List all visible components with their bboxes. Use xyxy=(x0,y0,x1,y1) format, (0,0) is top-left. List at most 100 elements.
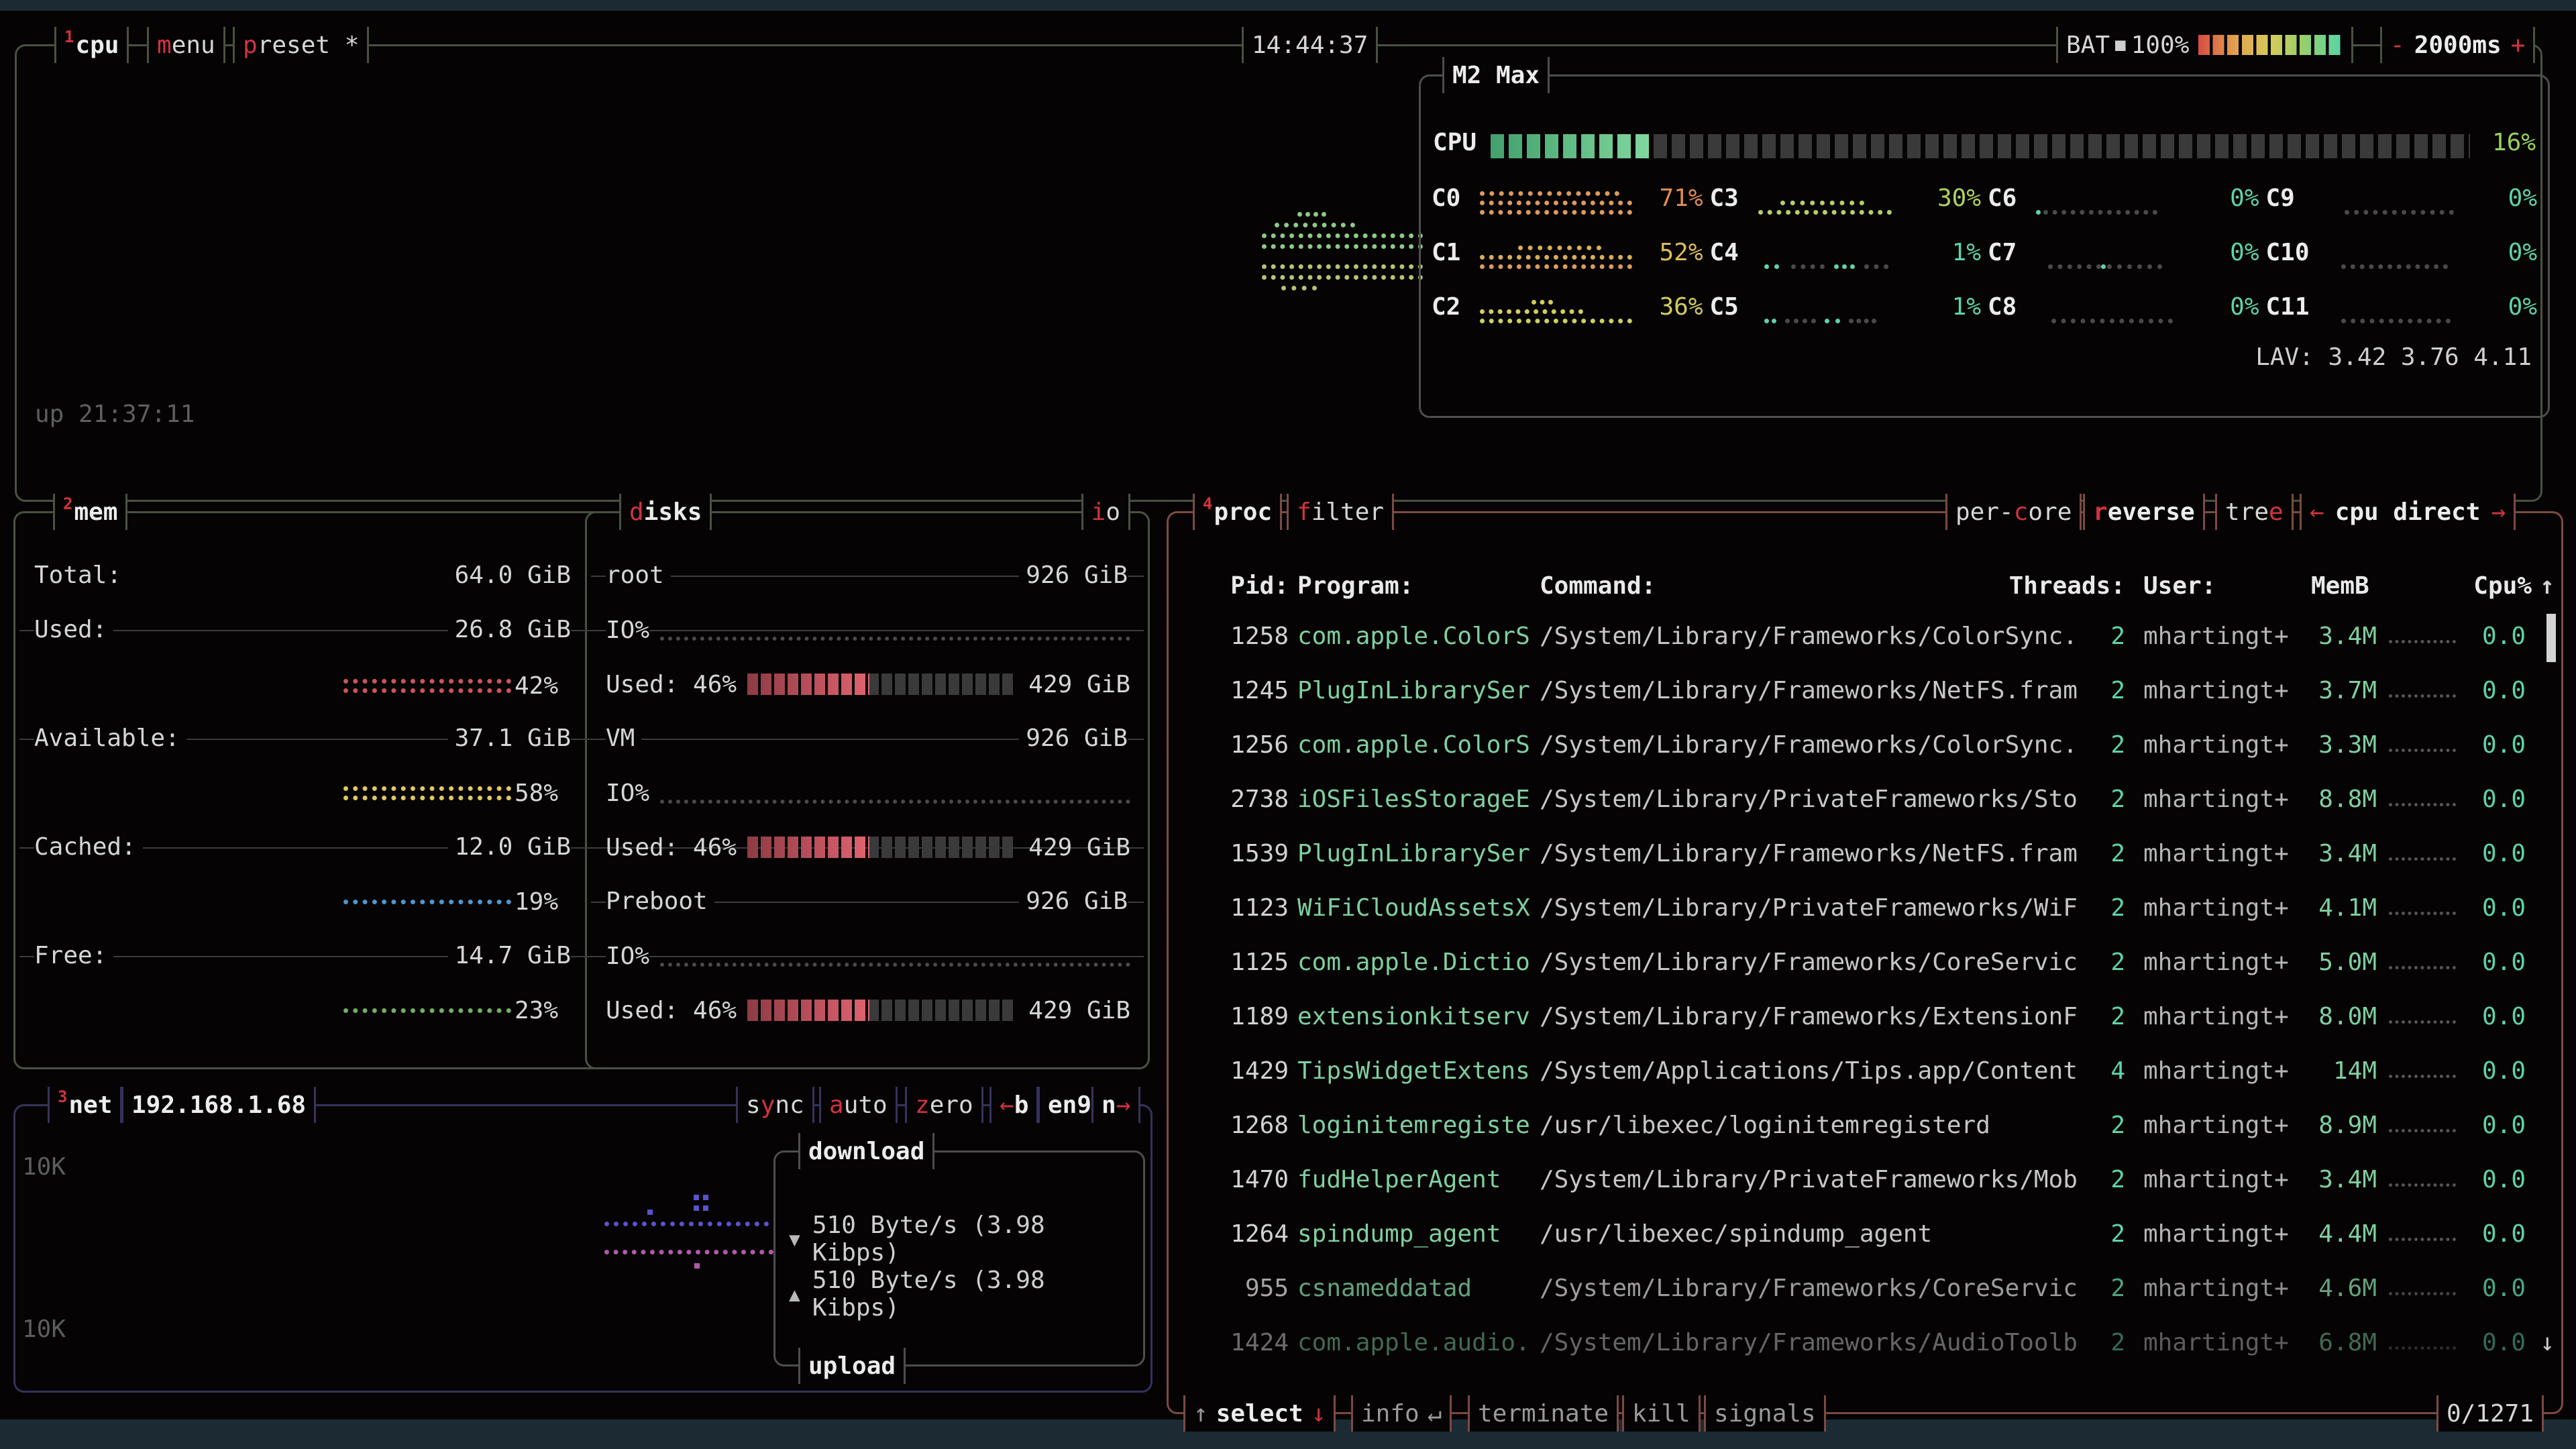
download-row: ▼ 510 Byte/s (3.98 Kibps) xyxy=(789,1212,1143,1267)
cpu-panel-title[interactable]: 1cpu xyxy=(54,27,129,63)
upload-title: upload xyxy=(798,1348,906,1384)
net-download-line xyxy=(604,1222,769,1226)
sort-prev-arrow[interactable]: ← xyxy=(2310,498,2324,526)
col-threads[interactable]: Threads: xyxy=(2008,570,2125,603)
disks-io-toggle[interactable]: io xyxy=(1081,494,1130,530)
net-traffic-graph xyxy=(604,1207,786,1307)
core-c5-graph xyxy=(1757,287,1917,326)
proc-row[interactable]: 1424com.apple.audio./System/Library/Fram… xyxy=(1215,1326,2530,1359)
proc-row[interactable]: 1123WiFiCloudAssetsX/System/Library/Priv… xyxy=(1215,891,2530,924)
core-c2: C2 36% xyxy=(1432,288,1703,325)
proc-row[interactable]: 1125com.apple.Dictio/System/Library/Fram… xyxy=(1215,945,2530,979)
net-ip-address: 192.168.1.68 xyxy=(121,1087,316,1123)
mem-panel-title[interactable]: 2mem xyxy=(53,494,127,530)
net-panel-title[interactable]: 3net xyxy=(48,1087,122,1123)
uptime: up 21:37:11 xyxy=(35,400,195,428)
preset-button[interactable]: preset * xyxy=(233,27,369,63)
proc-row[interactable]: 1429TipsWidgetExtens/System/Applications… xyxy=(1215,1054,2530,1087)
interval-decrease-button[interactable]: - xyxy=(2390,32,2405,59)
proc-row[interactable]: 1470fudHelperAgent/System/Library/Privat… xyxy=(1215,1163,2530,1196)
battery-icon: ■ xyxy=(2115,35,2126,55)
more-below-icon: ↓ xyxy=(2540,1329,2555,1356)
col-command[interactable]: Command: xyxy=(1540,570,1656,603)
sort-column-selector[interactable]: ←cpu direct→ xyxy=(2300,494,2516,530)
net-iface-prev-button[interactable]: ←b xyxy=(989,1087,1038,1123)
col-cpu[interactable]: Cpu% xyxy=(2416,570,2532,603)
proc-table: 1258com.apple.ColorS/System/Library/Fram… xyxy=(1215,619,2530,1380)
filter-button[interactable]: filter xyxy=(1287,494,1394,530)
proc-row[interactable]: 1268loginitemregiste/usr/libexec/loginit… xyxy=(1215,1108,2530,1142)
cpu-panel: 1cpu menu preset * 14:44:37 BAT■100% -20… xyxy=(15,44,2542,502)
cpu-total-percent: 16% xyxy=(2492,129,2536,156)
download-arrow-icon: ▼ xyxy=(789,1228,800,1250)
col-pid[interactable]: Pid: xyxy=(1215,570,1289,603)
select-control[interactable]: ↑select↓ xyxy=(1183,1395,1336,1432)
net-auto-toggle[interactable]: auto xyxy=(819,1087,898,1123)
mem-used-row: Used:26.8 GiB xyxy=(34,613,571,647)
net-upload-line xyxy=(604,1250,773,1254)
reverse-toggle[interactable]: reverse xyxy=(2083,494,2205,530)
core-c8: C8 0% xyxy=(1988,288,2259,325)
col-program[interactable]: Program: xyxy=(1297,570,1413,603)
core-c9-graph xyxy=(2313,178,2473,217)
core-c7: C7 0% xyxy=(1988,234,2259,270)
disk-preboot-used: Used: 46% 429 GiB xyxy=(606,994,1130,1027)
core-c6: C6 0% xyxy=(1988,180,2259,216)
proc-row[interactable]: 2738iOSFilesStorageE/System/Library/Priv… xyxy=(1215,782,2530,816)
kill-button[interactable]: kill xyxy=(1622,1395,1701,1432)
proc-row[interactable]: 1245PlugInLibrarySer/System/Library/Fram… xyxy=(1215,674,2530,707)
signals-button[interactable]: signals xyxy=(1704,1395,1826,1432)
proc-row[interactable]: 955csnameddatad/System/Library/Framework… xyxy=(1215,1271,2530,1305)
col-memb[interactable]: MemB xyxy=(2311,570,2369,603)
net-sync-toggle[interactable]: sync xyxy=(736,1087,814,1123)
net-panel: 3net 192.168.1.68 sync auto zero ←b en9 … xyxy=(13,1104,1152,1393)
proc-panel-hotkey: 4 xyxy=(1203,494,1212,514)
core-c0: C0 71% xyxy=(1432,180,1703,216)
net-scale-top: 10K xyxy=(22,1153,66,1181)
core-c10-graph xyxy=(2313,233,2473,272)
core-c5: C5 1% xyxy=(1710,288,1982,325)
disk-preboot-io: IO% xyxy=(606,939,1130,973)
disk-root-used-meter xyxy=(747,674,1013,695)
mem-free-row: Free:14.7 GiB xyxy=(34,939,571,973)
net-speed-box: download ▼ 510 Byte/s (3.98 Kibps) ▲ 510… xyxy=(773,1150,1145,1366)
mem-cached-meter: 19% xyxy=(343,885,558,918)
sort-next-arrow[interactable]: → xyxy=(2491,498,2506,526)
core-c11: C11 0% xyxy=(2266,288,2538,325)
core-c11-graph xyxy=(2313,287,2473,326)
disk-root-io: IO% xyxy=(606,613,1130,647)
disk-vm-io: IO% xyxy=(606,776,1130,810)
proc-row[interactable]: 1264spindump_agent/usr/libexec/spindump_… xyxy=(1215,1217,2530,1250)
mem-panel-hotkey: 2 xyxy=(63,494,72,514)
col-user[interactable]: User: xyxy=(2143,570,2216,603)
per-core-toggle[interactable]: per-core xyxy=(1945,494,2082,530)
info-button[interactable]: info↵ xyxy=(1351,1395,1452,1432)
net-zero-toggle[interactable]: zero xyxy=(905,1087,983,1123)
proc-row[interactable]: 1258com.apple.ColorS/System/Library/Fram… xyxy=(1215,619,2530,653)
enter-key-icon: ↵ xyxy=(1428,1400,1442,1428)
interval-increase-button[interactable]: + xyxy=(2511,32,2526,59)
clock: 14:44:37 xyxy=(1242,27,1378,63)
select-down-icon[interactable]: ↓ xyxy=(1311,1400,1326,1428)
tree-toggle[interactable]: tree xyxy=(2215,494,2294,530)
proc-row[interactable]: 1256com.apple.ColorS/System/Library/Fram… xyxy=(1215,728,2530,761)
core-c6-graph xyxy=(2035,178,2195,217)
upload-arrow-icon: ▲ xyxy=(789,1283,800,1305)
net-iface-next-button[interactable]: n→ xyxy=(1091,1087,1140,1123)
core-c1-graph xyxy=(1479,233,1639,272)
terminate-button[interactable]: terminate xyxy=(1468,1395,1619,1432)
proc-row[interactable]: 1189extensionkitserv/System/Library/Fram… xyxy=(1215,1000,2530,1033)
battery-meter xyxy=(2198,35,2343,55)
core-c2-graph xyxy=(1479,287,1639,326)
disk-vm-used: Used: 46% 429 GiB xyxy=(606,830,1130,864)
menu-button[interactable]: menu xyxy=(147,27,225,63)
cpu-detail-box: M2 Max CPU 16% C0 71% C3 xyxy=(1419,74,2550,418)
select-up-icon[interactable]: ↑ xyxy=(1193,1400,1208,1428)
proc-scrollbar[interactable] xyxy=(2546,614,2556,662)
disk-root-used: Used: 46% 429 GiB xyxy=(606,667,1130,701)
mem-free-meter: 23% xyxy=(343,994,558,1027)
proc-panel-title[interactable]: 4proc xyxy=(1193,494,1282,530)
proc-row[interactable]: 1539PlugInLibrarySer/System/Library/Fram… xyxy=(1215,837,2530,870)
desktop-strip-top xyxy=(0,0,2576,11)
disks-panel-title[interactable]: disks xyxy=(619,494,712,530)
